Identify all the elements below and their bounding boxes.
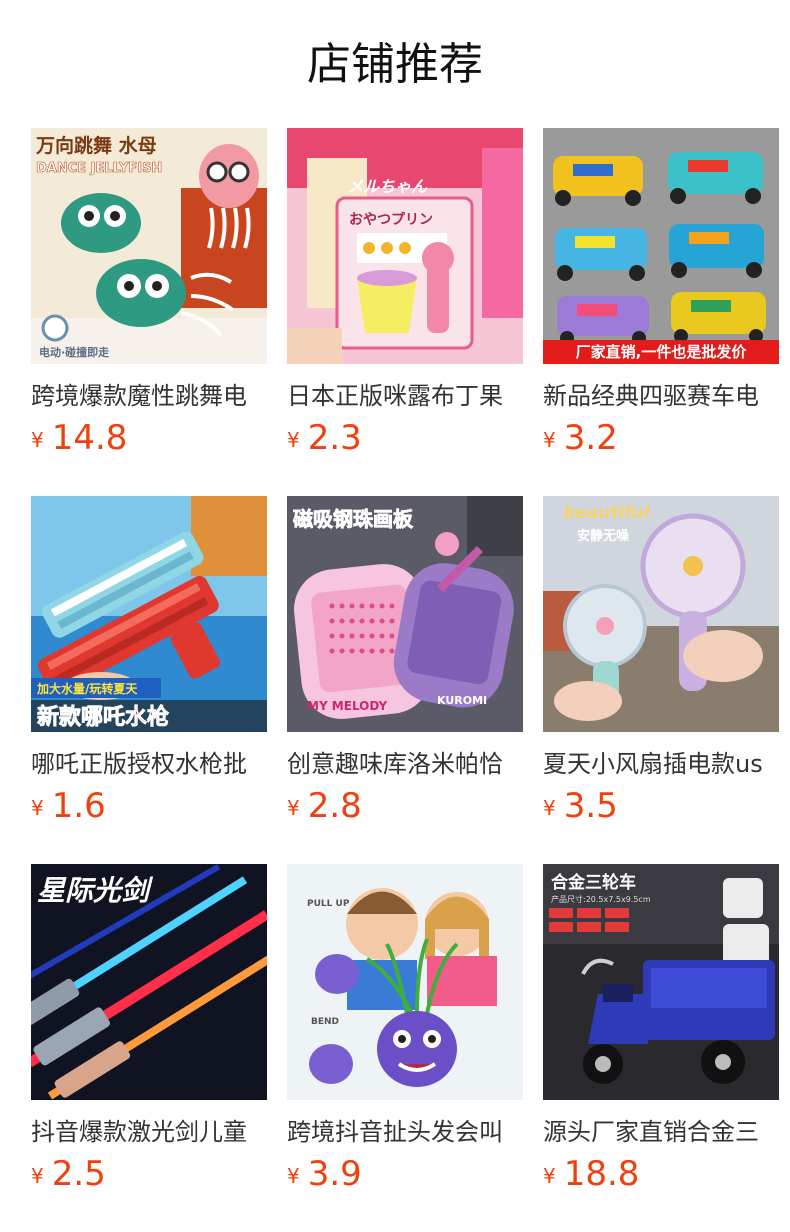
svg-text:PULL UP: PULL UP bbox=[307, 899, 350, 909]
currency-symbol: ¥ bbox=[287, 428, 300, 452]
svg-text:KUROMI: KUROMI bbox=[437, 694, 487, 707]
product-price: ¥18.8 bbox=[543, 1152, 639, 1196]
product-image[interactable]: 磁吸钢珠画板 MY MELODY KUROMI bbox=[287, 496, 523, 732]
product-name[interactable]: 源头厂家直销合金三 bbox=[543, 1116, 779, 1148]
svg-text:安静无噪: 安静无噪 bbox=[577, 528, 630, 544]
product-card[interactable]: メルちゃん おやつプリン 日本正版咪露布丁果 ¥2.3 bbox=[287, 128, 523, 496]
price-amount: 3.2 bbox=[563, 418, 618, 458]
svg-text:电动·碰撞即走: 电动·碰撞即走 bbox=[39, 345, 109, 359]
currency-symbol: ¥ bbox=[31, 796, 44, 820]
product-grid: 万向跳舞 水母 DANCE JELLYFISH 电动·碰撞即走 跨境爆款魔性跳舞… bbox=[31, 128, 779, 1232]
product-price: ¥2.5 bbox=[31, 1152, 106, 1196]
product-price: ¥2.8 bbox=[287, 784, 362, 828]
svg-text:おやつプリン: おやつプリン bbox=[349, 212, 433, 228]
product-card[interactable]: 厂家直销,一件也是批发价 新品经典四驱赛车电 ¥3.2 bbox=[543, 128, 779, 496]
svg-text:加大水量/玩转夏天: 加大水量/玩转夏天 bbox=[36, 681, 138, 696]
product-card[interactable]: 合金三轮车 产品尺寸:20.5x7.5x9.5cm 源头厂家直销合金三 ¥18.… bbox=[543, 864, 779, 1232]
race-car-toys-icon: 厂家直销,一件也是批发价 bbox=[543, 128, 779, 364]
product-price: ¥3.2 bbox=[543, 416, 618, 460]
svg-text:MY MELODY: MY MELODY bbox=[307, 699, 387, 713]
currency-symbol: ¥ bbox=[31, 428, 44, 452]
currency-symbol: ¥ bbox=[543, 1164, 556, 1188]
product-card[interactable]: 万向跳舞 水母 DANCE JELLYFISH 电动·碰撞即走 跨境爆款魔性跳舞… bbox=[31, 128, 267, 496]
product-price: ¥3.9 bbox=[287, 1152, 362, 1196]
product-image[interactable]: メルちゃん おやつプリン bbox=[287, 128, 523, 364]
product-image[interactable]: 合金三轮车 产品尺寸:20.5x7.5x9.5cm bbox=[543, 864, 779, 1100]
product-image[interactable]: 星际光剑 bbox=[31, 864, 267, 1100]
product-price: ¥3.5 bbox=[543, 784, 618, 828]
light-saber-toy-icon: 星际光剑 bbox=[31, 864, 267, 1100]
svg-text:产品尺寸:20.5x7.5x9.5cm: 产品尺寸:20.5x7.5x9.5cm bbox=[551, 894, 651, 904]
product-name[interactable]: 哪吒正版授权水枪批 bbox=[31, 748, 267, 780]
svg-text:DANCE JELLYFISH: DANCE JELLYFISH bbox=[36, 161, 162, 176]
product-price: ¥2.3 bbox=[287, 416, 362, 460]
svg-text:合金三轮车: 合金三轮车 bbox=[551, 872, 636, 893]
page-title: 店铺推荐 bbox=[307, 39, 483, 90]
product-image[interactable]: 厂家直销,一件也是批发价 bbox=[543, 128, 779, 364]
product-card[interactable]: PULL UP BEND 跨境抖音扯头发会叫 ¥3.9 bbox=[287, 864, 523, 1232]
product-card[interactable]: 加大水量/玩转夏天 新款哪吒水枪 哪吒正版授权水枪批 ¥1.6 bbox=[31, 496, 267, 864]
price-amount: 2.8 bbox=[307, 786, 362, 826]
price-amount: 3.9 bbox=[307, 1154, 362, 1194]
magnetic-drawing-board-icon: 磁吸钢珠画板 MY MELODY KUROMI bbox=[287, 496, 523, 732]
alloy-tricycle-toy-icon: 合金三轮车 产品尺寸:20.5x7.5x9.5cm bbox=[543, 864, 779, 1100]
dancing-jellyfish-toy-icon: 万向跳舞 水母 DANCE JELLYFISH 电动·碰撞即走 bbox=[31, 128, 267, 364]
svg-text:磁吸钢珠画板: 磁吸钢珠画板 bbox=[293, 507, 414, 531]
product-card[interactable]: beautiful 安静无噪 夏天小风扇插电款us ¥3.5 bbox=[543, 496, 779, 864]
product-name[interactable]: 新品经典四驱赛车电 bbox=[543, 380, 779, 412]
product-image[interactable]: 加大水量/玩转夏天 新款哪吒水枪 bbox=[31, 496, 267, 732]
product-name[interactable]: 跨境爆款魔性跳舞电 bbox=[31, 380, 267, 412]
hair-pull-monster-toy-icon: PULL UP BEND bbox=[287, 864, 523, 1100]
product-name[interactable]: 跨境抖音扯头发会叫 bbox=[287, 1116, 523, 1148]
product-name[interactable]: 创意趣味库洛米帕恰 bbox=[287, 748, 523, 780]
pudding-toy-set-icon: メルちゃん おやつプリン bbox=[287, 128, 523, 364]
product-price: ¥14.8 bbox=[31, 416, 127, 460]
svg-text:新款哪吒水枪: 新款哪吒水枪 bbox=[37, 704, 169, 730]
svg-text:星际光剑: 星际光剑 bbox=[37, 874, 154, 907]
price-amount: 18.8 bbox=[563, 1154, 640, 1194]
product-name[interactable]: 抖音爆款激光剑儿童 bbox=[31, 1116, 267, 1148]
currency-symbol: ¥ bbox=[287, 1164, 300, 1188]
product-card[interactable]: 星际光剑 抖音爆款激光剑儿童 ¥2.5 bbox=[31, 864, 267, 1232]
svg-text:BEND: BEND bbox=[311, 1017, 339, 1027]
product-image[interactable]: 万向跳舞 水母 DANCE JELLYFISH 电动·碰撞即走 bbox=[31, 128, 267, 364]
water-gun-toy-icon: 加大水量/玩转夏天 新款哪吒水枪 bbox=[31, 496, 267, 732]
price-amount: 3.5 bbox=[563, 786, 618, 826]
currency-symbol: ¥ bbox=[543, 428, 556, 452]
product-price: ¥1.6 bbox=[31, 784, 106, 828]
currency-symbol: ¥ bbox=[287, 796, 300, 820]
handheld-fan-icon: beautiful 安静无噪 bbox=[543, 496, 779, 732]
product-name[interactable]: 日本正版咪露布丁果 bbox=[287, 380, 523, 412]
currency-symbol: ¥ bbox=[31, 1164, 44, 1188]
svg-text:メルちゃん: メルちゃん bbox=[347, 177, 428, 196]
price-amount: 2.3 bbox=[307, 418, 362, 458]
product-image[interactable]: PULL UP BEND bbox=[287, 864, 523, 1100]
product-image[interactable]: beautiful 安静无噪 bbox=[543, 496, 779, 732]
price-amount: 14.8 bbox=[51, 418, 128, 458]
product-name[interactable]: 夏天小风扇插电款us bbox=[543, 748, 779, 780]
svg-text:万向跳舞 水母: 万向跳舞 水母 bbox=[35, 134, 157, 157]
svg-text:厂家直销,一件也是批发价: 厂家直销,一件也是批发价 bbox=[576, 343, 748, 361]
currency-symbol: ¥ bbox=[543, 796, 556, 820]
price-amount: 1.6 bbox=[51, 786, 106, 826]
product-card[interactable]: 磁吸钢珠画板 MY MELODY KUROMI 创意趣味库洛米帕恰 ¥2.8 bbox=[287, 496, 523, 864]
svg-text:beautiful: beautiful bbox=[563, 503, 651, 523]
price-amount: 2.5 bbox=[51, 1154, 106, 1194]
